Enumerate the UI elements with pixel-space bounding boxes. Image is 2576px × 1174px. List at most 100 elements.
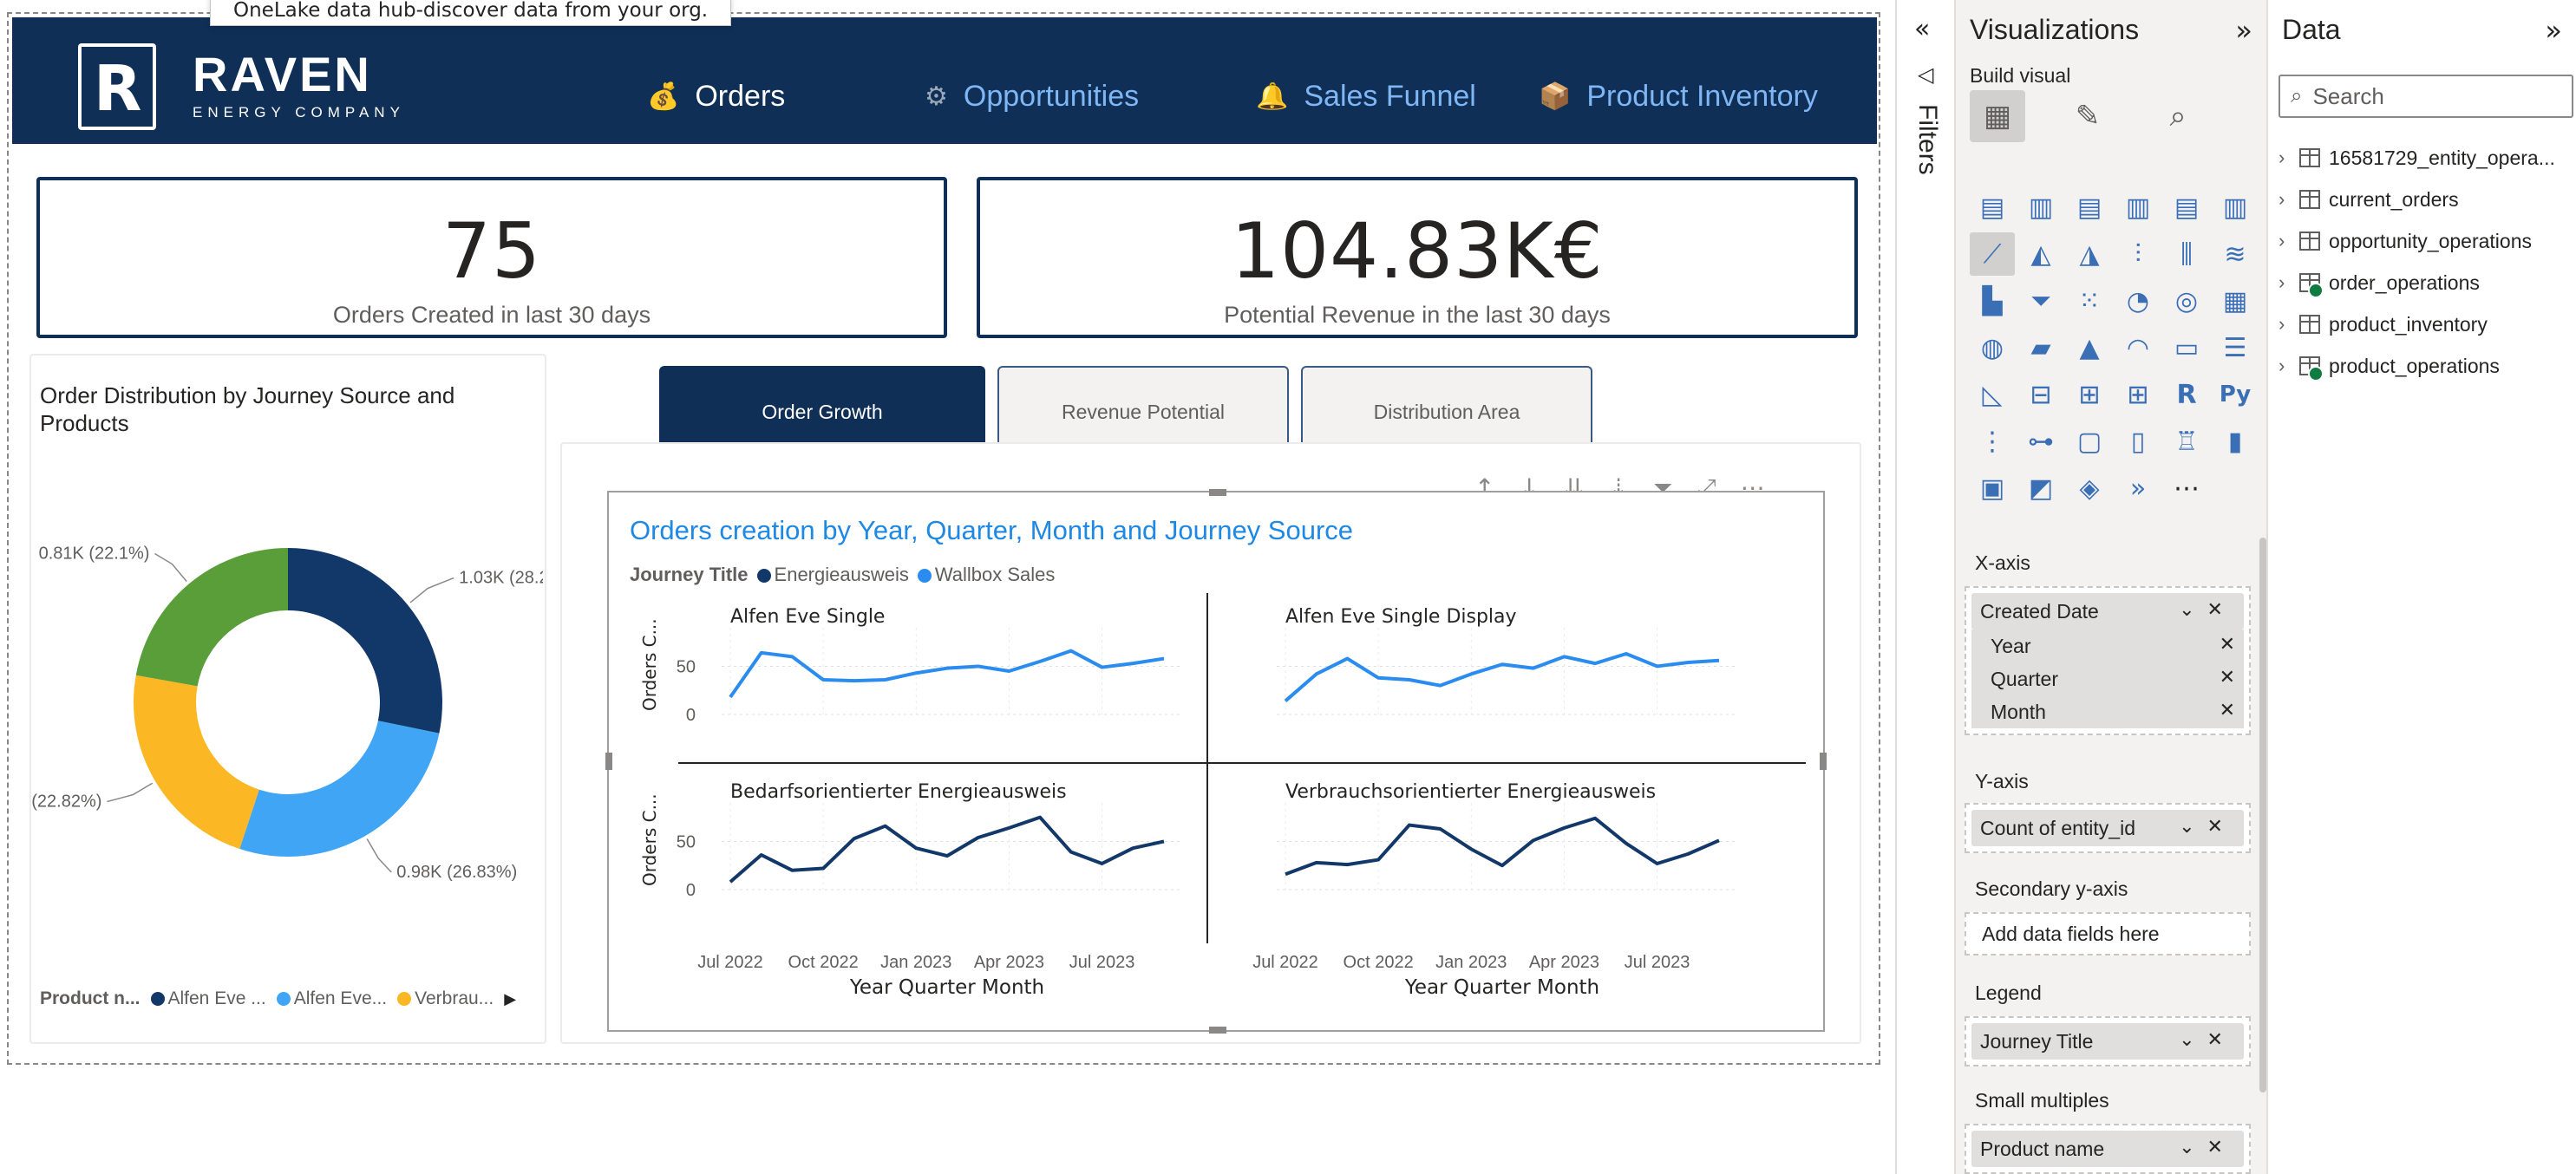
gauge-icon[interactable]: ◠ <box>2115 326 2161 369</box>
power-automate-chevron-icon[interactable]: » <box>2115 466 2161 510</box>
qa-icon[interactable]: ▢ <box>2067 420 2112 463</box>
funnel-icon[interactable]: ⏷ <box>2018 279 2063 323</box>
card-icon[interactable]: ▭ <box>2164 326 2209 369</box>
clustered-column-chart-icon[interactable]: ▥ <box>2115 186 2161 229</box>
python-visual-icon[interactable]: Py <box>2213 373 2258 416</box>
key-influencers-icon[interactable]: ⋮ <box>1970 420 2015 463</box>
series-line[interactable] <box>729 815 1165 884</box>
small-multiples-well[interactable]: Product name ⌄✕ <box>1965 1124 2251 1174</box>
viz-pane-scrollbar[interactable] <box>2259 538 2266 1092</box>
y-axis-well[interactable]: Count of entity_id ⌄✕ <box>1965 803 2251 853</box>
nav-product-inventory[interactable]: 📦 Product Inventory <box>1539 75 1818 118</box>
x-axis-subfield[interactable]: Month ✕ <box>1971 695 2244 728</box>
donut-slice[interactable] <box>239 721 440 857</box>
scatter-chart-icon[interactable]: ⁙ <box>2067 279 2112 323</box>
chevron-right-icon[interactable]: › <box>2279 188 2291 211</box>
series-line[interactable] <box>1285 816 1720 877</box>
series-line[interactable] <box>729 649 1165 699</box>
x-axis-subfield[interactable]: Quarter ✕ <box>1971 662 2244 695</box>
waterfall-chart-icon[interactable]: ▙ <box>1970 279 2015 323</box>
donut-chart-icon[interactable]: ◎ <box>2164 279 2209 323</box>
chevron-right-icon[interactable]: › <box>2279 313 2291 336</box>
donut-slice[interactable] <box>135 548 288 687</box>
slicer-icon[interactable]: ⊟ <box>2018 373 2063 416</box>
build-visual-icon[interactable]: ▦ <box>1970 90 2025 142</box>
azure-map-icon[interactable]: ▲ <box>2067 326 2112 369</box>
matrix-icon[interactable]: ⊞ <box>2115 373 2161 416</box>
chevron-right-icon[interactable]: › <box>2279 230 2291 252</box>
y-axis-field-pill[interactable]: Count of entity_id ⌄✕ <box>1971 810 2244 846</box>
format-visual-icon[interactable]: ✎ <box>2060 90 2115 142</box>
kpi-potential-revenue[interactable]: 104.83K€ Potential Revenue in the last 3… <box>977 177 1858 338</box>
chevron-right-icon[interactable]: › <box>2279 355 2291 377</box>
resize-handle-top[interactable] <box>1209 489 1226 496</box>
r-visual-icon[interactable]: R <box>2164 373 2209 416</box>
line-and-clustered-column-icon[interactable]: ⫼ <box>2164 232 2209 276</box>
stacked-bar-chart-icon[interactable]: ▤ <box>1970 186 2015 229</box>
x-axis-well[interactable]: Created Date ⌄✕ Year ✕ Quarter ✕ Month ✕ <box>1965 586 2251 735</box>
data-table-item[interactable]: › opportunity_operations <box>2279 220 2576 262</box>
nav-sales-funnel[interactable]: 🔔 Sales Funnel <box>1256 75 1476 118</box>
line-and-column-icon[interactable]: ⫶ <box>2115 232 2161 276</box>
legend-well[interactable]: Journey Title ⌄✕ <box>1965 1016 2251 1066</box>
chevron-right-icon[interactable]: › <box>2279 271 2291 294</box>
remove-icon[interactable]: ✕ <box>2220 633 2235 655</box>
donut-slice[interactable] <box>288 548 442 734</box>
data-table-item[interactable]: › product_inventory <box>2279 303 2576 345</box>
legend-field-pill[interactable]: Journey Title ⌄✕ <box>1971 1023 2244 1060</box>
100-stacked-column-icon[interactable]: ▥ <box>2213 186 2258 229</box>
expand-filters-icon[interactable]: « <box>1914 14 1930 44</box>
legend-item-energieausweis[interactable]: Energieausweis <box>756 564 909 586</box>
power-apps-icon[interactable]: ▣ <box>1970 466 2015 510</box>
small-multiples-line-chart[interactable]: Orders creation by Year, Quarter, Month … <box>605 489 1827 1034</box>
collapse-visualizations-icon[interactable]: » <box>2235 14 2252 47</box>
more-visuals-icon[interactable]: ⋯ <box>2164 466 2209 510</box>
collapse-data-pane-icon[interactable]: » <box>2545 14 2562 47</box>
line-chart-icon[interactable]: ⟋ <box>1970 232 2015 276</box>
stacked-area-chart-icon[interactable]: ◮ <box>2067 232 2112 276</box>
100-stacked-bar-icon[interactable]: ▤ <box>2164 186 2209 229</box>
donut-chart-card[interactable]: Order Distribution by Journey Source and… <box>29 354 546 1044</box>
filters-pane-collapsed[interactable]: « ◁ Filters <box>1895 0 1954 1174</box>
nav-opportunities[interactable]: ⚙ Opportunities <box>925 75 1139 118</box>
donut-legend-item[interactable]: Verbrau... <box>397 988 494 1009</box>
resize-handle-left[interactable] <box>605 753 612 770</box>
multi-row-card-icon[interactable]: ☰ <box>2213 326 2258 369</box>
chevron-down-close-icon[interactable]: ⌄✕ <box>2179 1136 2235 1158</box>
data-table-item[interactable]: › current_orders <box>2279 179 2576 220</box>
add-data-fields-placeholder[interactable]: Add data fields here <box>1971 916 2244 952</box>
chevron-right-icon[interactable]: › <box>2279 147 2291 169</box>
chevron-down-close-icon[interactable]: ⌄✕ <box>2179 815 2235 838</box>
data-table-item[interactable]: › 16581729_entity_opera... <box>2279 137 2576 179</box>
data-table-item[interactable]: › product_operations <box>2279 345 2576 387</box>
small-multiples-field-pill[interactable]: Product name ⌄✕ <box>1971 1131 2244 1167</box>
secondary-y-axis-well[interactable]: Add data fields here <box>1965 912 2251 956</box>
resize-handle-right[interactable] <box>1820 753 1827 770</box>
table-icon[interactable]: ⊞ <box>2067 373 2112 416</box>
stacked-column-chart-icon[interactable]: ▥ <box>2018 186 2063 229</box>
power-apps-diamond-icon[interactable]: ◈ <box>2067 466 2112 510</box>
resize-handle-bottom[interactable] <box>1209 1027 1226 1034</box>
x-axis-field-pill[interactable]: Created Date ⌄✕ <box>1971 593 2244 629</box>
analytics-icon[interactable]: ⌕ <box>2150 90 2206 142</box>
paginated-report-icon[interactable]: ▮ <box>2213 420 2258 463</box>
donut-slice[interactable] <box>134 675 259 850</box>
kpi-orders-created[interactable]: 75 Orders Created in last 30 days <box>36 177 947 338</box>
power-automate-icon[interactable]: ◩ <box>2018 466 2063 510</box>
remove-icon[interactable]: ✕ <box>2220 666 2235 688</box>
data-search-input[interactable]: ⌕ Search <box>2279 75 2573 118</box>
chevron-down-close-icon[interactable]: ⌄✕ <box>2179 1028 2235 1051</box>
pie-chart-icon[interactable]: ◔ <box>2115 279 2161 323</box>
data-table-item[interactable]: › order_operations <box>2279 262 2576 303</box>
smart-narrative-icon[interactable]: ▯ <box>2115 420 2161 463</box>
clustered-bar-chart-icon[interactable]: ▤ <box>2067 186 2112 229</box>
area-chart-icon[interactable]: ◭ <box>2018 232 2063 276</box>
decomposition-tree-icon[interactable]: ⊶ <box>2018 420 2063 463</box>
x-axis-subfield[interactable]: Year ✕ <box>1971 629 2244 662</box>
remove-icon[interactable]: ✕ <box>2220 699 2235 721</box>
nav-orders[interactable]: 💰 Orders <box>647 75 785 118</box>
map-icon[interactable]: ◍ <box>1970 326 2015 369</box>
filled-map-icon[interactable]: ▰ <box>2018 326 2063 369</box>
ribbon-chart-icon[interactable]: ≋ <box>2213 232 2258 276</box>
kpi-icon[interactable]: ◺ <box>1970 373 2015 416</box>
